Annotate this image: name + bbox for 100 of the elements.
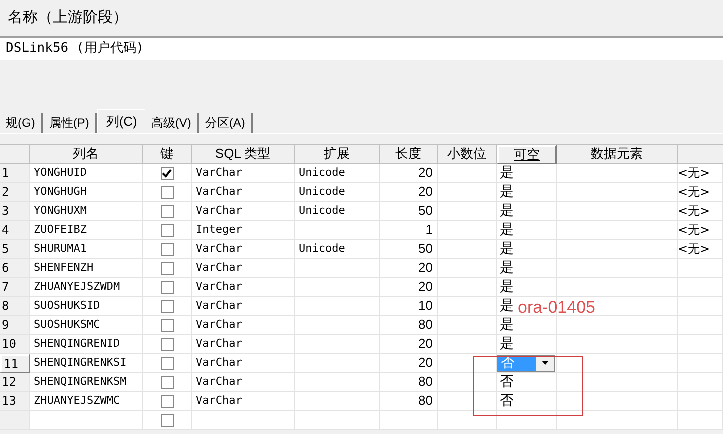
row-header[interactable]: 6 bbox=[0, 259, 30, 278]
table-cell: YONGHUGH bbox=[30, 183, 143, 202]
table-cell bbox=[438, 164, 497, 183]
table-cell: 80 bbox=[380, 316, 438, 335]
checkbox[interactable] bbox=[160, 224, 174, 236]
table-cell: 20 bbox=[380, 335, 438, 354]
table-cell bbox=[678, 278, 723, 297]
checkbox[interactable] bbox=[160, 166, 174, 180]
table-cell: 是 bbox=[497, 278, 557, 297]
table-cell: SHURUMA1 bbox=[30, 240, 143, 259]
table-cell: VarChar bbox=[192, 354, 295, 373]
table-cell bbox=[497, 411, 557, 430]
table-cell bbox=[438, 411, 497, 430]
checkbox[interactable] bbox=[160, 186, 174, 198]
table-cell: 是 bbox=[497, 202, 557, 221]
table-cell bbox=[678, 354, 723, 373]
column-header[interactable]: 键 bbox=[143, 145, 192, 164]
table-cell: VarChar bbox=[192, 202, 295, 221]
checkbox[interactable] bbox=[160, 204, 174, 218]
table-cell: Unicode bbox=[295, 183, 380, 202]
checkbox[interactable] bbox=[160, 318, 174, 332]
column-header[interactable]: 扩展 bbox=[295, 145, 380, 164]
checkbox[interactable] bbox=[160, 280, 174, 294]
tab[interactable]: 规(G) bbox=[0, 113, 44, 133]
name-field[interactable]: DSLink56 (用户代码) bbox=[0, 36, 723, 60]
column-header[interactable]: 数据元素 bbox=[557, 145, 678, 164]
table-cell: 是 bbox=[497, 183, 557, 202]
table-cell: SHENQINGRENKSI bbox=[30, 354, 143, 373]
table-cell: 是 bbox=[497, 335, 557, 354]
column-header[interactable]: 长度 bbox=[380, 145, 438, 164]
table-cell bbox=[438, 373, 497, 392]
table-cell bbox=[438, 183, 497, 202]
table-cell: VarChar bbox=[192, 373, 295, 392]
table-cell: 是 bbox=[497, 259, 557, 278]
table-cell: 是 bbox=[497, 316, 557, 335]
checkbox[interactable] bbox=[160, 376, 174, 388]
row-header[interactable]: 9 bbox=[0, 316, 30, 335]
table-cell bbox=[678, 316, 723, 335]
column-header[interactable]: 列名 bbox=[30, 145, 143, 164]
row-header[interactable]: 8 bbox=[0, 297, 30, 316]
table-cell: 20 bbox=[380, 183, 438, 202]
table-cell: <无> bbox=[678, 183, 723, 202]
row-header[interactable]: 10 bbox=[0, 335, 30, 354]
table-cell: YONGHUXM bbox=[30, 202, 143, 221]
row-header[interactable]: 1 bbox=[0, 164, 30, 183]
table-cell bbox=[438, 316, 497, 335]
row-header[interactable]: 7 bbox=[0, 278, 30, 297]
checkbox[interactable] bbox=[160, 262, 174, 274]
checkbox[interactable] bbox=[160, 394, 174, 408]
table-cell: <无> bbox=[678, 202, 723, 221]
table-cell bbox=[438, 221, 497, 240]
column-header[interactable]: 可空 bbox=[497, 145, 557, 164]
table-cell bbox=[678, 335, 723, 354]
table-cell: 20 bbox=[380, 259, 438, 278]
table-cell: VarChar bbox=[192, 278, 295, 297]
table-cell: 20 bbox=[380, 278, 438, 297]
row-header[interactable]: 5 bbox=[0, 240, 30, 259]
table-cell: SUOSHUKSMC bbox=[30, 316, 143, 335]
column-header[interactable]: 小数位 bbox=[438, 145, 497, 164]
table-cell bbox=[678, 373, 723, 392]
checkbox[interactable] bbox=[160, 242, 174, 256]
table-cell: VarChar bbox=[192, 183, 295, 202]
table-cell bbox=[438, 392, 497, 411]
checkbox[interactable] bbox=[160, 356, 174, 370]
row-header[interactable]: 11 bbox=[0, 354, 30, 373]
table-cell: VarChar bbox=[192, 316, 295, 335]
table-cell: 50 bbox=[380, 202, 438, 221]
table-cell: 80 bbox=[380, 392, 438, 411]
row-header[interactable]: 12 bbox=[0, 373, 30, 392]
row-header[interactable]: 3 bbox=[0, 202, 30, 221]
table-cell: 是 bbox=[497, 221, 557, 240]
table-cell: SHENQINGRENID bbox=[30, 335, 143, 354]
table-cell: 50 bbox=[380, 240, 438, 259]
row-header[interactable]: 4 bbox=[0, 221, 30, 240]
table-cell: 10 bbox=[380, 297, 438, 316]
table-cell bbox=[438, 335, 497, 354]
table-cell: VarChar bbox=[192, 240, 295, 259]
table-cell: Unicode bbox=[295, 240, 380, 259]
table-cell: SHENFENZH bbox=[30, 259, 143, 278]
table-cell: Unicode bbox=[295, 164, 380, 183]
checkbox[interactable] bbox=[160, 414, 174, 426]
row-header[interactable]: 13 bbox=[0, 392, 30, 411]
table-cell: 20 bbox=[380, 164, 438, 183]
tab[interactable]: 分区(A) bbox=[199, 113, 254, 133]
table-cell: Integer bbox=[192, 221, 295, 240]
table-cell: <无> bbox=[678, 164, 723, 183]
checkbox[interactable] bbox=[160, 338, 174, 350]
tab[interactable]: 列(C) bbox=[97, 109, 146, 133]
table-cell: 是 bbox=[497, 164, 557, 183]
checkbox[interactable] bbox=[160, 300, 174, 312]
table-cell: VarChar bbox=[192, 164, 295, 183]
field-label: 名称（上游阶段） bbox=[8, 8, 128, 28]
table-cell: 1 bbox=[380, 221, 438, 240]
table-cell bbox=[438, 240, 497, 259]
table-cell bbox=[380, 411, 438, 430]
column-header[interactable]: SQL 类型 bbox=[192, 145, 295, 164]
table-cell: 否 bbox=[497, 373, 557, 392]
tab[interactable]: 高级(V) bbox=[145, 113, 200, 133]
row-header[interactable]: 2 bbox=[0, 183, 30, 202]
table-cell: VarChar bbox=[192, 297, 295, 316]
